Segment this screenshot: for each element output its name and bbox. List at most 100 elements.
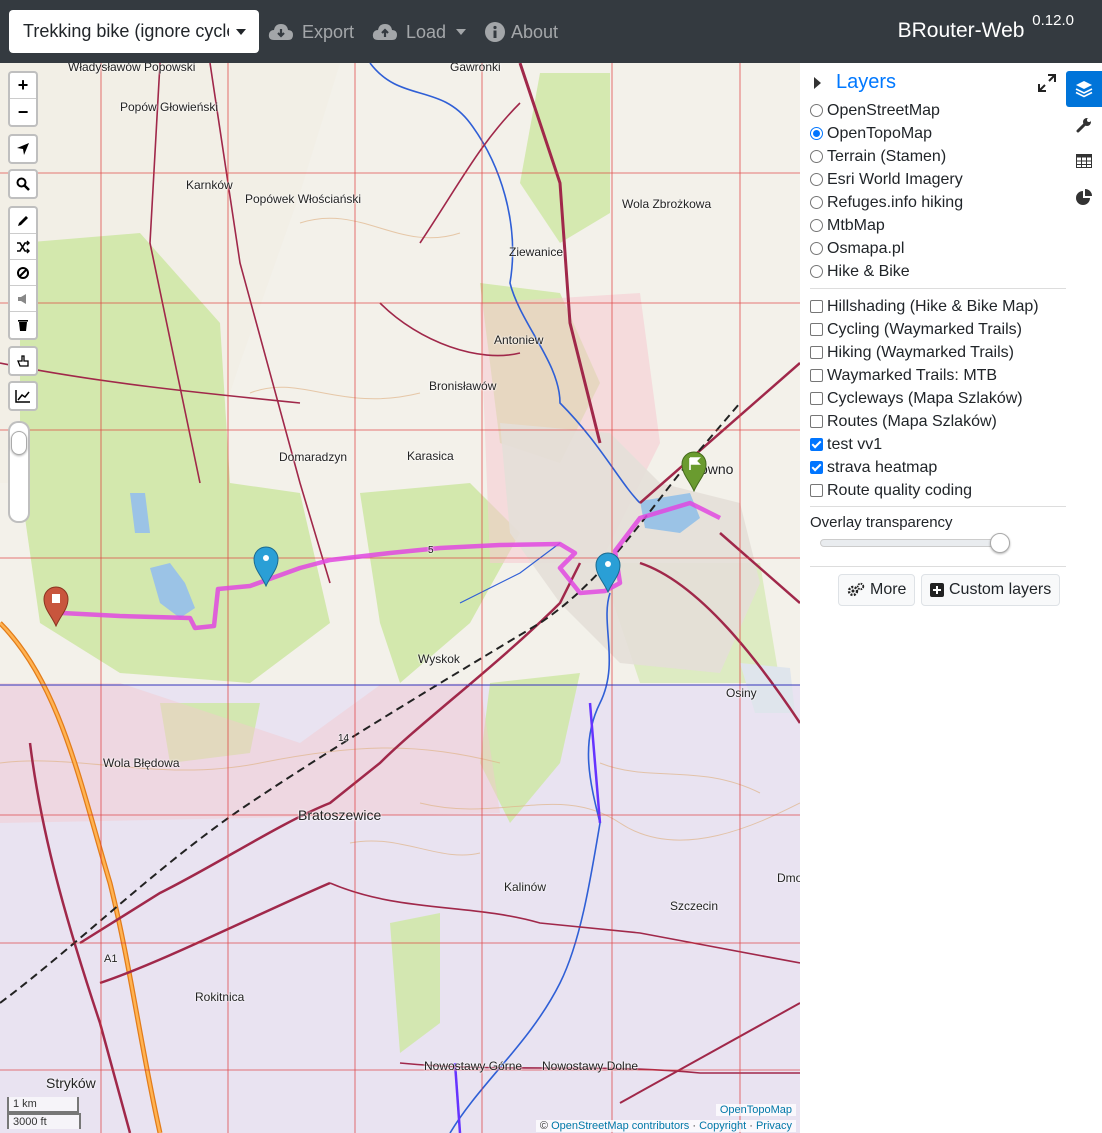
strava-segments-button[interactable] (10, 348, 36, 374)
delete-route-button[interactable] (10, 312, 36, 338)
checkbox[interactable] (810, 346, 823, 359)
profile-select[interactable]: Trekking bike (ignore cycleroutes) (9, 10, 259, 53)
radio-button[interactable] (810, 219, 823, 232)
radio-button[interactable] (810, 265, 823, 278)
radio-button[interactable] (810, 104, 823, 117)
custom-layers-button[interactable]: Custom layers (921, 574, 1061, 606)
radio-button[interactable] (810, 127, 823, 140)
base-layer-option[interactable]: Esri World Imagery (810, 168, 1066, 191)
base-layer-option[interactable]: OpenTopoMap (810, 122, 1066, 145)
end-marker-icon[interactable] (43, 585, 69, 627)
expand-icon[interactable] (1038, 74, 1056, 92)
osm-contributors-link[interactable]: OpenStreetMap contributors (551, 1120, 689, 1132)
radio-button[interactable] (810, 242, 823, 255)
tab-analysis[interactable] (1066, 179, 1102, 215)
radio-button[interactable] (810, 150, 823, 163)
export-button[interactable]: Export (268, 18, 354, 46)
base-layer-option[interactable]: Hike & Bike (810, 260, 1066, 283)
more-layers-button[interactable]: More (838, 574, 916, 606)
top-navbar: Trekking bike (ignore cycleroutes) Expor… (0, 0, 1102, 63)
checkbox[interactable] (810, 438, 823, 451)
base-layer-label: Esri World Imagery (827, 170, 963, 188)
hand-pointer-icon (17, 355, 29, 367)
app-brand[interactable]: BRouter-Web 0.12.0 (898, 12, 1074, 43)
checkbox[interactable] (810, 369, 823, 382)
tab-settings[interactable] (1066, 107, 1102, 143)
layers-header[interactable]: Layers (814, 71, 896, 94)
via-marker-icon[interactable] (595, 551, 621, 593)
zoom-control: + − (8, 71, 38, 127)
via-marker-icon[interactable] (253, 545, 279, 587)
checkbox[interactable] (810, 323, 823, 336)
locate-button[interactable] (10, 136, 36, 162)
radio-button[interactable] (810, 196, 823, 209)
custom-layers-label: Custom layers (949, 581, 1052, 598)
privacy-link[interactable]: Privacy (756, 1120, 792, 1132)
layers-sidebar: Layers OpenStreetMap OpenTopoMap Terrain… (800, 63, 1102, 1133)
overlay-label: Cycling (Waymarked Trails) (827, 320, 1022, 338)
search-control (8, 169, 38, 199)
base-layer-option[interactable]: OpenStreetMap (810, 99, 1066, 122)
route-opacity-handle[interactable] (11, 431, 27, 455)
overlay-label: Waymarked Trails: MTB (827, 366, 998, 384)
base-layer-label: Refuges.info hiking (827, 193, 964, 211)
draw-route-button[interactable] (10, 208, 36, 234)
place-label: Osiny (726, 686, 757, 700)
road-number: A1 (104, 953, 118, 965)
pie-chart-icon (1076, 189, 1092, 205)
nogo-area-button[interactable] (10, 260, 36, 286)
overlay-option[interactable]: strava heatmap (810, 456, 1066, 479)
random-icon (17, 240, 30, 253)
locate-control (8, 134, 38, 164)
tab-layers[interactable] (1066, 71, 1102, 107)
overlay-option[interactable]: Waymarked Trails: MTB (810, 364, 1066, 387)
delete-last-point-button[interactable] (10, 286, 36, 312)
elevation-profile-button[interactable] (10, 383, 36, 409)
brand-version: 0.12.0 (1032, 12, 1074, 29)
area-chart-icon (15, 390, 30, 403)
place-label: Wola Zbrożkowa (622, 197, 712, 211)
info-circle-icon (485, 22, 505, 42)
checkbox[interactable] (810, 392, 823, 405)
tab-itinerary[interactable] (1066, 143, 1102, 179)
base-layer-option[interactable]: Refuges.info hiking (810, 191, 1066, 214)
checkbox[interactable] (810, 484, 823, 497)
opentopomap-link[interactable]: OpenTopoMap (720, 1104, 792, 1116)
checkbox[interactable] (810, 300, 823, 313)
base-layer-option[interactable]: Osmapa.pl (810, 237, 1066, 260)
zoom-out-button[interactable]: − (10, 99, 36, 125)
overlay-option[interactable]: Hillshading (Hike & Bike Map) (810, 295, 1066, 318)
checkbox[interactable] (810, 461, 823, 474)
overlay-option[interactable]: Route quality coding (810, 479, 1066, 502)
search-button[interactable] (10, 171, 36, 197)
export-label: Export (302, 21, 355, 42)
start-marker-icon[interactable] (681, 450, 707, 492)
overlay-label: Cycleways (Mapa Szlaków) (827, 389, 1023, 407)
zoom-in-button[interactable]: + (10, 73, 36, 99)
route-opacity-slider[interactable] (8, 421, 30, 523)
base-layer-option[interactable]: Terrain (Stamen) (810, 145, 1066, 168)
place-label: Bratoszewice (298, 807, 382, 823)
divider (810, 288, 1066, 289)
map-canvas[interactable]: Władysławów Popowski Gawronki Popów Głow… (0, 63, 800, 1133)
checkbox[interactable] (810, 415, 823, 428)
load-dropdown[interactable]: Load (372, 18, 467, 46)
overlay-option[interactable]: Cycleways (Mapa Szlaków) (810, 387, 1066, 410)
overlay-transparency-slider[interactable] (820, 539, 1010, 547)
reverse-route-button[interactable] (10, 234, 36, 260)
base-layer-option[interactable]: MtbMap (810, 214, 1066, 237)
divider (810, 566, 1066, 567)
edit-toolbar (8, 206, 38, 340)
copyright-link[interactable]: Copyright (699, 1120, 746, 1132)
radio-button[interactable] (810, 173, 823, 186)
overlay-transparency-handle[interactable] (990, 533, 1010, 553)
place-label: Bronisławów (429, 379, 497, 393)
overlay-option[interactable]: Routes (Mapa Szlaków) (810, 410, 1066, 433)
overlay-option[interactable]: Hiking (Waymarked Trails) (810, 341, 1066, 364)
about-button[interactable]: About (485, 18, 558, 46)
place-label: Rokitnica (195, 990, 245, 1004)
overlay-option[interactable]: Cycling (Waymarked Trails) (810, 318, 1066, 341)
place-label: Gawronki (450, 63, 501, 74)
place-label: Domaradzyn (279, 450, 348, 464)
overlay-option[interactable]: test vv1 (810, 433, 1066, 456)
